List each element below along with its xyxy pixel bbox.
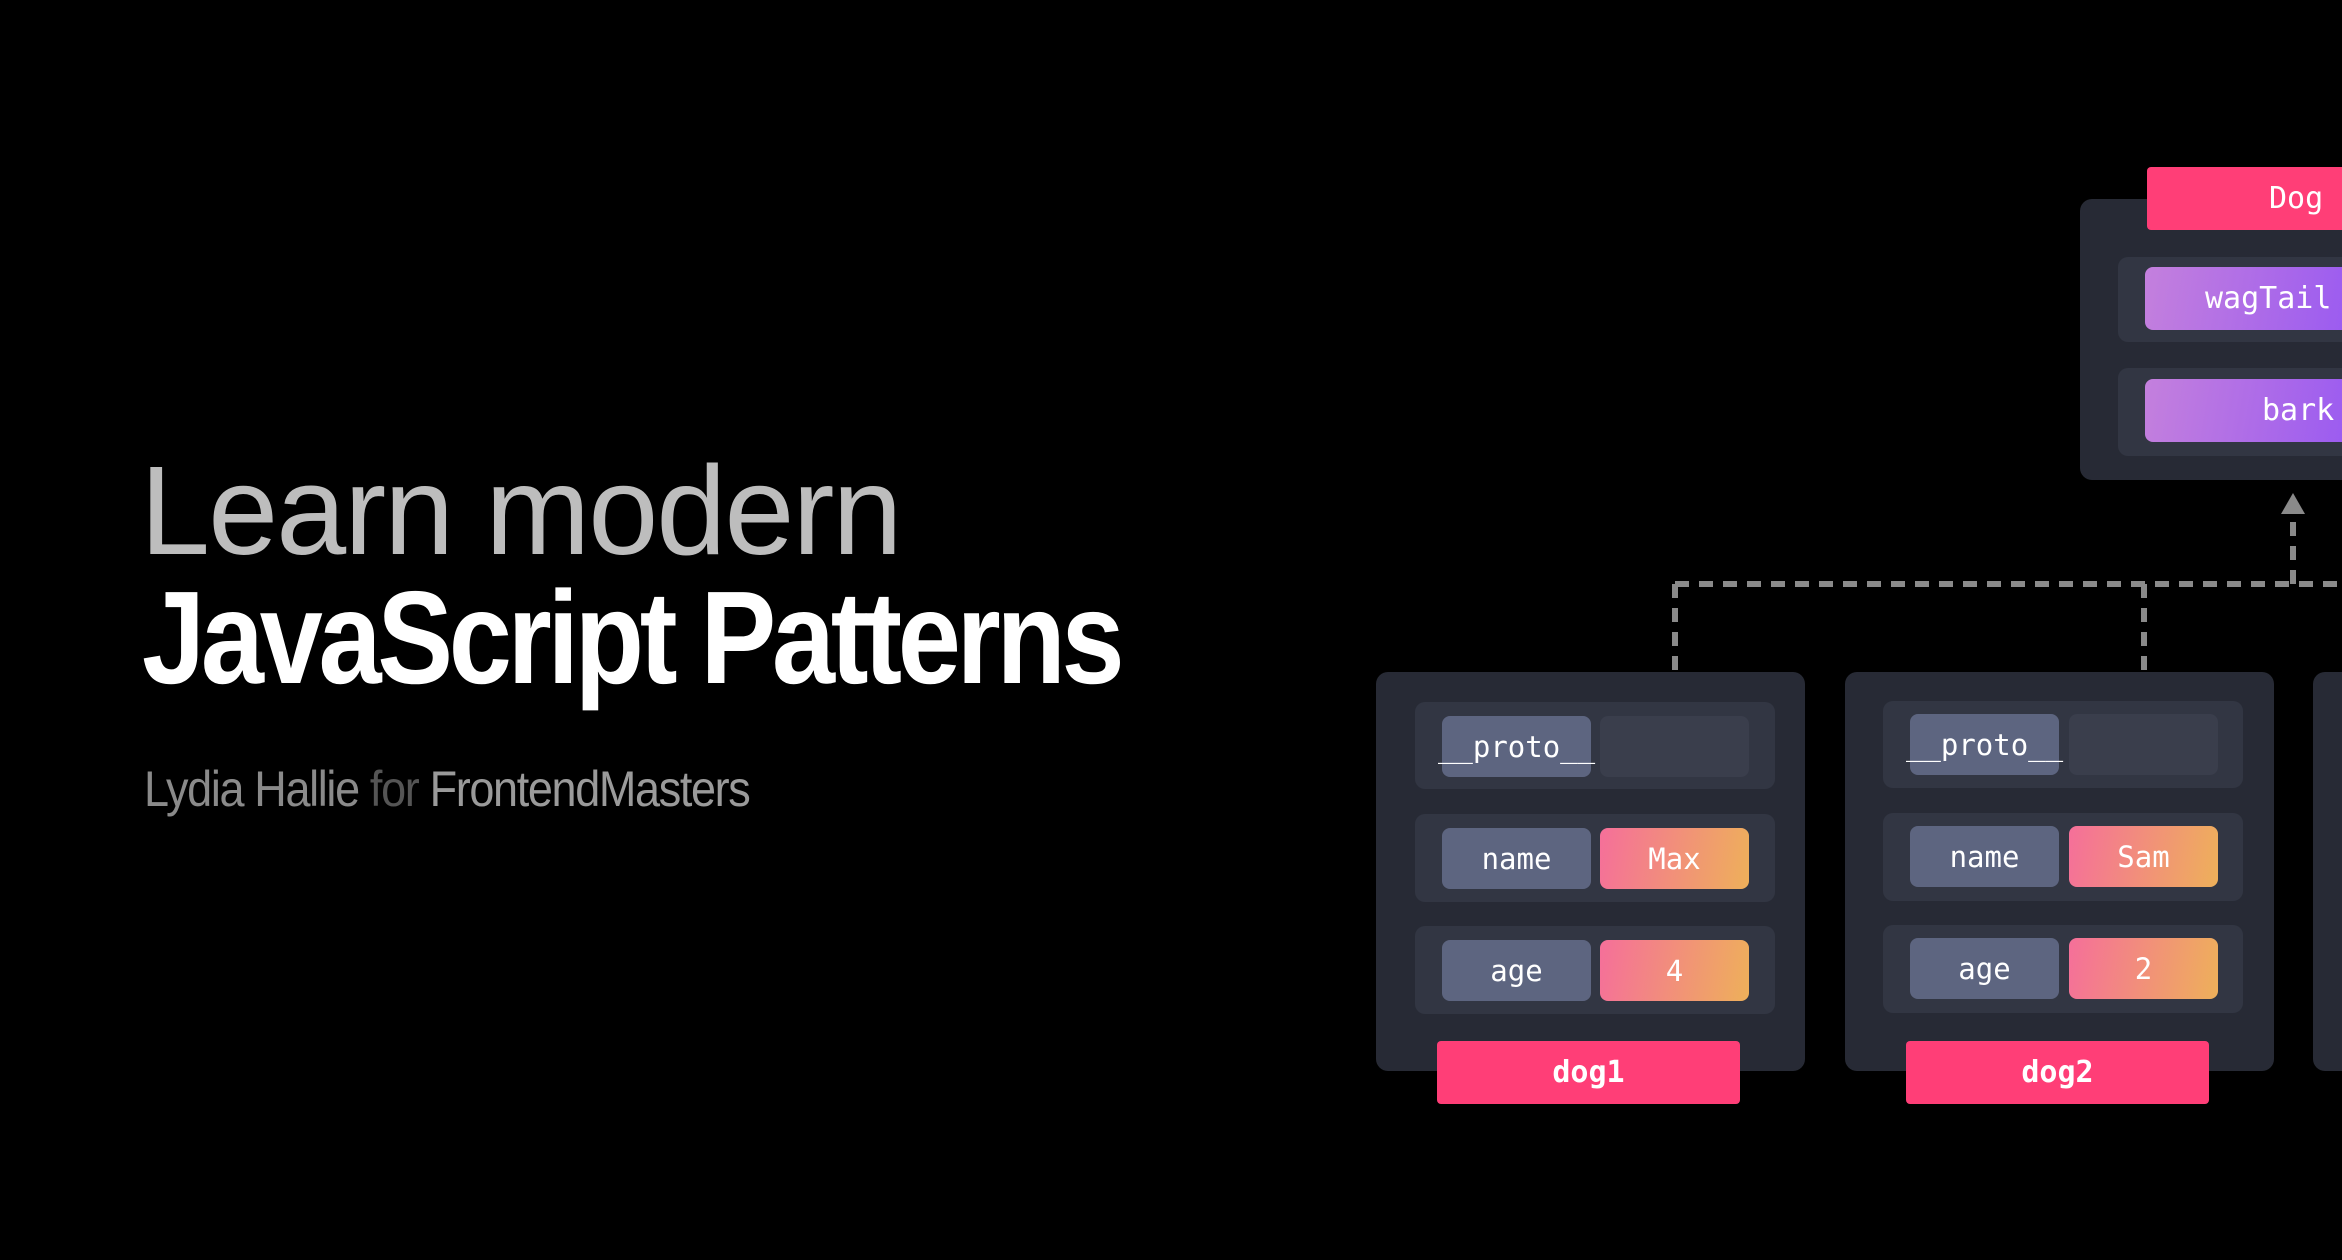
prop-value: 2 [2069, 938, 2218, 999]
prop-key: age [1910, 938, 2059, 999]
proto-value [2069, 714, 2218, 775]
method-pill: bark [2145, 379, 2342, 442]
prop-key: name [1442, 828, 1591, 889]
proto-value [1600, 716, 1749, 777]
prototype-label: Dog [2147, 167, 2342, 230]
prop-key: name [1910, 826, 2059, 887]
proto-key: __proto__ [1438, 716, 1595, 777]
arrow-up-icon [2281, 493, 2305, 514]
prop-value: Sam [2069, 826, 2218, 887]
method-pill: wagTail [2145, 267, 2342, 330]
instance-label: dog2 [1906, 1041, 2209, 1104]
instance-card-partial [2313, 672, 2342, 1071]
prop-value: Max [1600, 828, 1749, 889]
instance-label: dog1 [1437, 1041, 1740, 1104]
prop-value: 4 [1600, 940, 1749, 1001]
prop-key: age [1442, 940, 1591, 1001]
proto-key: __proto__ [1906, 714, 2063, 775]
